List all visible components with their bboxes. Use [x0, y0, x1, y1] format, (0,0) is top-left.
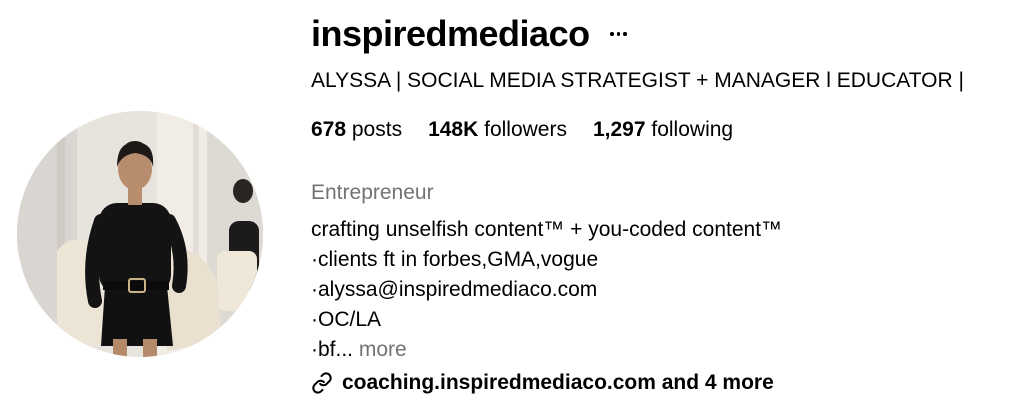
bio-more-link[interactable]: more: [359, 338, 407, 361]
followers-count[interactable]: 148K followers: [428, 117, 567, 143]
avatar[interactable]: [17, 111, 263, 357]
username: inspiredmediaco: [311, 13, 590, 54]
full-name: ALYSSA | SOCIAL MEDIA STRATEGIST + MANAG…: [311, 69, 964, 92]
profile-stats: 678 posts 148K followers 1,297 following: [311, 117, 733, 143]
bio-line: ·alyssa@inspiredmediaco.com: [311, 278, 598, 301]
bio-line: ·OC/LA: [311, 308, 382, 331]
bio: crafting unselfish content™ + you-coded …: [311, 215, 782, 365]
posts-count[interactable]: 678 posts: [311, 117, 402, 143]
external-link-text: coaching.inspiredmediaco.com and 4 more: [342, 371, 774, 394]
bio-line: ·clients ft in forbes,GMA,vogue: [311, 248, 599, 271]
username-row: inspiredmediaco: [311, 12, 630, 56]
more-options-icon[interactable]: [608, 23, 630, 45]
bio-line: crafting unselfish content™ + you-coded …: [311, 218, 783, 241]
profile-category: Entrepreneur: [311, 181, 434, 204]
following-count[interactable]: 1,297 following: [593, 117, 733, 143]
external-link[interactable]: coaching.inspiredmediaco.com and 4 more: [311, 370, 774, 396]
avatar-photo: [17, 111, 263, 357]
profile-header: inspiredmediaco ALYSSA | SOCIAL MEDIA ST…: [0, 0, 1024, 416]
link-icon: [311, 372, 333, 394]
bio-line: ·bf... more: [311, 338, 407, 361]
